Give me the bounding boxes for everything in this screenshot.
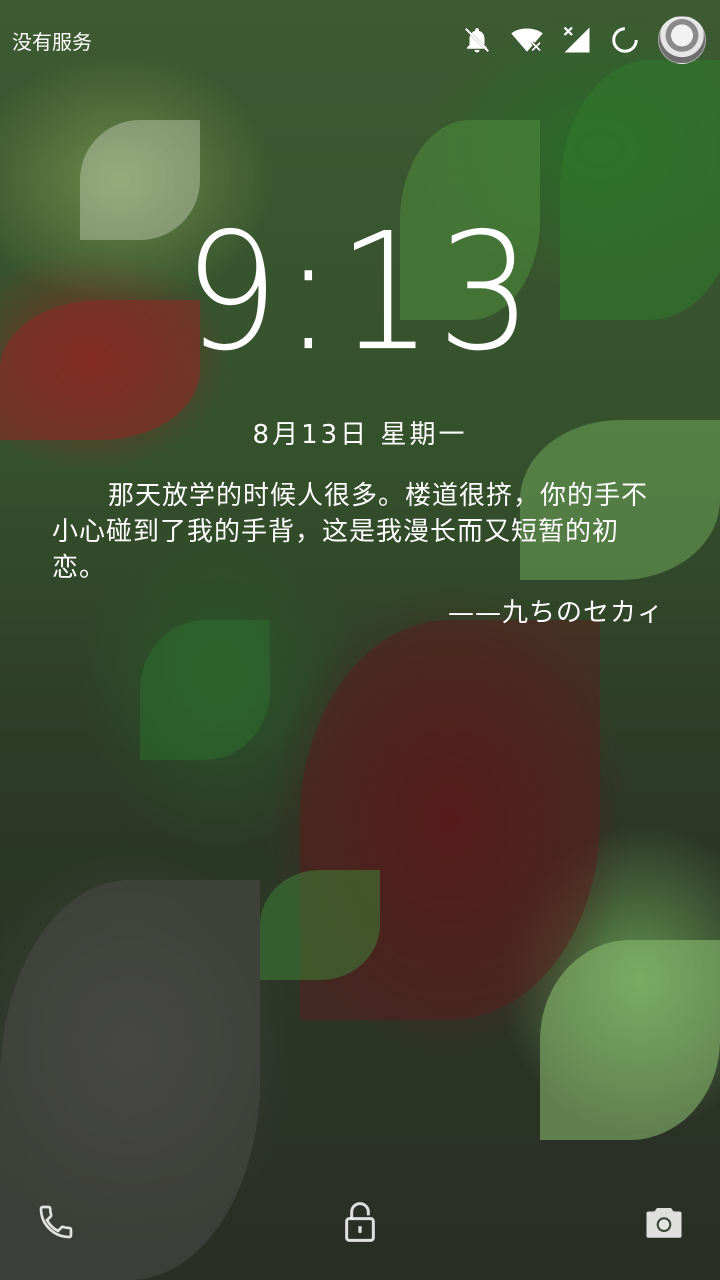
wallpaper-leaf <box>140 620 270 760</box>
lock-date: 8月13日 星期一 <box>252 420 468 450</box>
camera-shortcut[interactable] <box>642 1200 686 1248</box>
unlock-button[interactable] <box>338 1200 382 1248</box>
lock-screen: 没有服务 9:13 8月13日 星期一 那天放学的时候人很多。楼道很挤，你的手不… <box>0 0 720 1280</box>
status-icons <box>462 16 706 64</box>
phone-icon <box>36 1202 76 1246</box>
user-avatar[interactable] <box>658 16 706 64</box>
camera-icon <box>643 1202 685 1246</box>
status-bar: 没有服务 <box>0 0 720 80</box>
wallpaper-leaf <box>260 870 380 980</box>
notifications-off-icon <box>462 25 492 55</box>
lock-clock: 9:13 <box>183 199 537 387</box>
wifi-off-icon <box>510 25 544 55</box>
unlock-icon <box>340 1200 380 1248</box>
phone-shortcut[interactable] <box>34 1200 78 1248</box>
carrier-label: 没有服务 <box>12 30 92 54</box>
loading-ring-icon <box>610 25 640 55</box>
lock-quote: 那天放学的时候人很多。楼道很挤，你的手不小心碰到了我的手背，这是我漫长而又短暂的… <box>52 481 649 583</box>
no-signal-icon <box>562 25 592 55</box>
wallpaper-leaf <box>540 940 720 1140</box>
quote-author: ——九ちのセカィ <box>447 598 664 628</box>
